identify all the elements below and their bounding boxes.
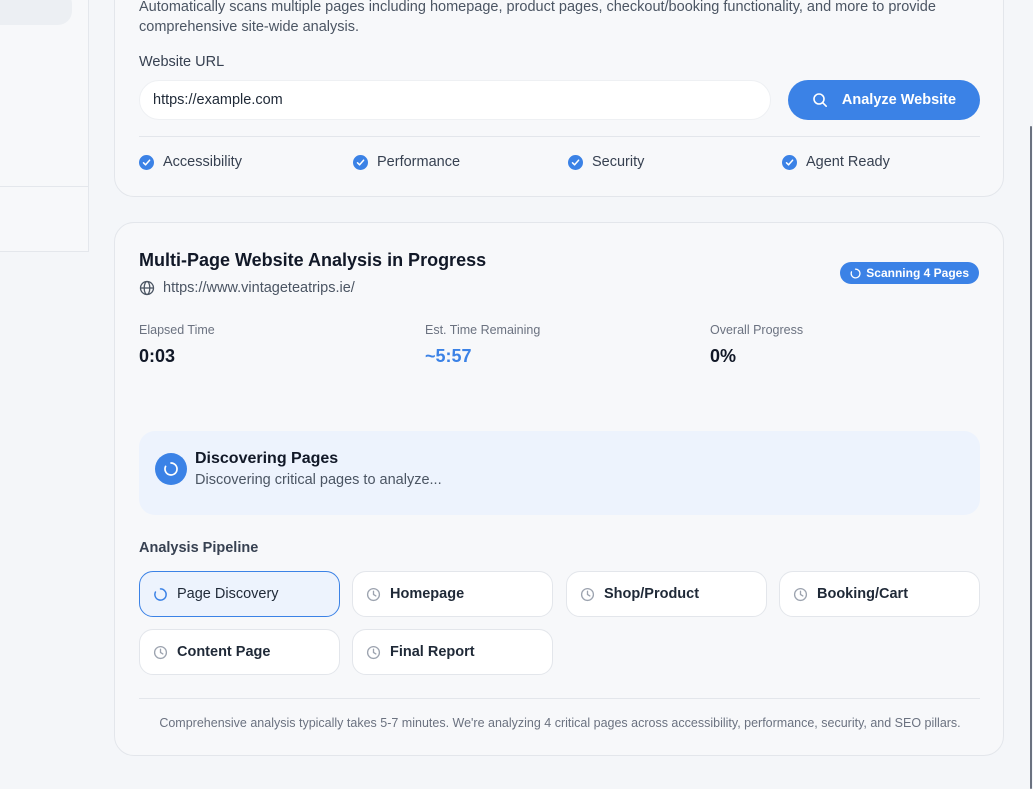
check-performance[interactable]: Performance	[353, 154, 460, 170]
pipeline-heading: Analysis Pipeline	[139, 540, 259, 556]
checkmark-icon	[139, 154, 154, 170]
overall-progress-stat: Overall Progress 0%	[710, 323, 803, 367]
check-label: Accessibility	[163, 154, 242, 170]
check-label: Security	[592, 154, 645, 170]
pipeline-step-booking-cart[interactable]: Booking/Cart	[779, 571, 980, 617]
checkmark-icon	[353, 154, 368, 170]
check-agent-ready[interactable]: Agent Ready	[782, 154, 890, 170]
clock-icon	[366, 587, 381, 601]
scanning-badge-label: Scanning 4 Pages	[866, 266, 969, 280]
analyze-website-button[interactable]: Analyze Website	[788, 80, 980, 120]
check-accessibility[interactable]: Accessibility	[139, 154, 242, 170]
stat-label: Est. Time Remaining	[425, 323, 541, 337]
pipeline-step-homepage[interactable]: Homepage	[352, 571, 553, 617]
clock-icon	[153, 645, 168, 659]
pipeline-step-content-page[interactable]: Content Page	[139, 629, 340, 675]
search-icon	[813, 93, 827, 107]
remaining-time-value: ~5:57	[425, 346, 472, 366]
sidebar-active-pill[interactable]	[0, 0, 72, 25]
check-security[interactable]: Security	[568, 154, 644, 170]
clock-icon	[793, 587, 808, 601]
overall-progress-value: 0%	[710, 346, 737, 366]
check-label: Performance	[377, 154, 461, 170]
footer-divider	[139, 698, 980, 699]
scrollbar-track[interactable]	[1029, 0, 1033, 789]
checkmark-icon	[568, 154, 583, 170]
scanner-divider	[139, 136, 980, 137]
site-url-row: https://www.vintageteatrips.ie/	[139, 280, 355, 296]
analyze-website-label: Analyze Website	[841, 92, 957, 108]
spinner-icon	[154, 587, 167, 601]
analysis-title: Multi-Page Website Analysis in Progress	[139, 250, 487, 270]
website-url-input[interactable]	[139, 80, 771, 120]
elapsed-time-value: 0:03	[139, 346, 176, 366]
pipeline-step-label: Final Report	[390, 644, 475, 660]
sidebar-divider	[0, 186, 89, 187]
pipeline-step-label: Homepage	[390, 586, 465, 602]
analysis-footnote: Comprehensive analysis typically takes 5…	[159, 716, 961, 730]
elapsed-time-stat: Elapsed Time 0:03	[139, 323, 215, 367]
scanning-badge: Scanning 4 Pages	[840, 262, 979, 284]
pipeline-step-page-discovery[interactable]: Page Discovery	[139, 571, 340, 617]
status-title: Discovering Pages	[195, 450, 339, 467]
pipeline-step-shop-product[interactable]: Shop/Product	[566, 571, 767, 617]
pipeline-step-label: Content Page	[177, 644, 271, 660]
checkmark-icon	[782, 154, 797, 170]
stat-label: Overall Progress	[710, 323, 804, 337]
website-url-label: Website URL	[139, 54, 225, 70]
pipeline-step-label: Page Discovery	[177, 586, 279, 602]
scrollbar-thumb[interactable]	[1030, 126, 1032, 789]
check-label: Agent Ready	[806, 154, 890, 170]
clock-icon	[366, 645, 381, 659]
site-url: https://www.vintageteatrips.ie/	[163, 280, 355, 296]
stat-label: Elapsed Time	[139, 323, 215, 337]
spinner-icon	[850, 267, 861, 279]
status-panel: Discovering Pages Discovering critical p…	[139, 431, 980, 515]
scanner-card: Automatically scans multiple pages inclu…	[114, 0, 1004, 197]
pipeline-step-label: Shop/Product	[604, 586, 700, 602]
loading-spinner-icon	[155, 453, 187, 485]
clock-icon	[580, 587, 595, 601]
pipeline-step-label: Booking/Cart	[817, 586, 909, 602]
remaining-time-stat: Est. Time Remaining ~5:57	[425, 323, 540, 367]
analysis-card: Multi-Page Website Analysis in Progress …	[114, 222, 1004, 756]
globe-icon	[139, 280, 155, 296]
pipeline-step-final-report[interactable]: Final Report	[352, 629, 553, 675]
status-subtitle: Discovering critical pages to analyze...	[195, 472, 442, 488]
scanner-description: Automatically scans multiple pages inclu…	[139, 0, 936, 35]
sidebar-bottom-border	[0, 251, 89, 252]
sidebar-fragment	[0, 0, 89, 252]
